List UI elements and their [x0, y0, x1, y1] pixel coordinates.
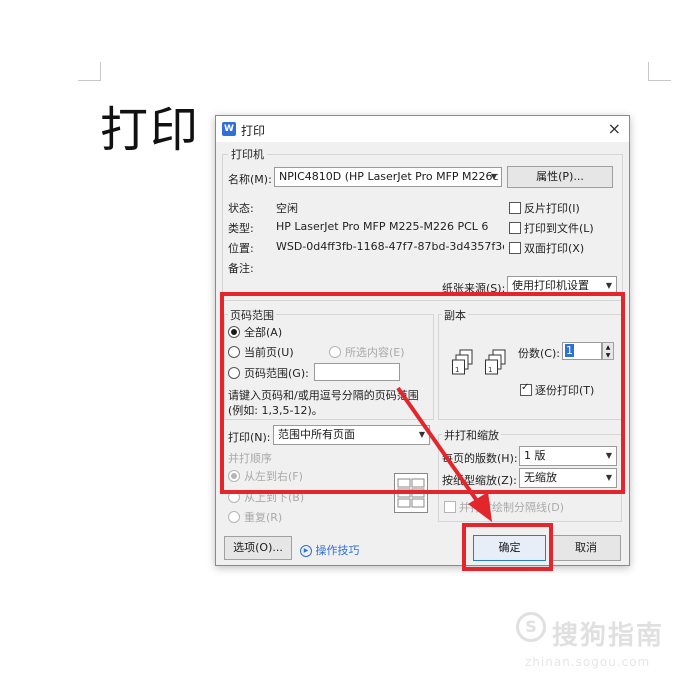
reverse-print-checkbox[interactable] — [509, 202, 521, 214]
type-label: 类型: — [228, 222, 254, 235]
type-value: HP LaserJet Pro MFP M225-M226 PCL 6 — [276, 220, 489, 233]
printer-name-value: NPIC4810D (HP LaserJet Pro MFP M226c — [279, 170, 499, 183]
watermark-text: 搜狗指南 — [552, 621, 665, 651]
repeat-radio[interactable] — [228, 511, 240, 523]
document-heading: 打印 — [100, 102, 201, 158]
highlight-box-ok — [462, 523, 553, 571]
watermark-logo-icon: S — [516, 612, 546, 642]
wps-app-icon: W — [222, 122, 236, 136]
print-to-file-checkbox[interactable] — [509, 222, 521, 234]
close-icon[interactable]: × — [608, 119, 621, 138]
status-label: 状态: — [228, 202, 254, 215]
chevron-down-icon: ▼ — [490, 172, 497, 181]
duplex-checkbox[interactable] — [509, 242, 521, 254]
tips-link-label: 操作技巧 — [315, 544, 360, 557]
duplex-label: 双面打印(X) — [524, 242, 585, 255]
location-label: 位置: — [228, 242, 254, 255]
dialog-title: 打印 — [241, 124, 266, 138]
status-value: 空闲 — [276, 202, 298, 215]
repeat-label: 重复(R) — [244, 511, 283, 524]
comment-label: 备注: — [228, 262, 254, 275]
printer-name-label: 名称(M): — [228, 173, 272, 186]
paper-source-value: 使用打印机设置 — [512, 279, 589, 292]
reverse-print-label: 反片打印(I) — [524, 202, 580, 215]
page-corner-top-right — [648, 62, 671, 81]
tips-link[interactable]: ▶ 操作技巧 — [300, 542, 360, 558]
options-button[interactable]: 选项(O)... — [224, 536, 292, 560]
play-circle-icon: ▶ — [300, 545, 312, 557]
annotation-arrow-icon — [396, 386, 492, 522]
print-to-file-label: 打印到文件(L) — [524, 222, 594, 235]
watermark-url: zhinan.sogou.com — [525, 655, 651, 669]
cancel-button[interactable]: 取消 — [551, 535, 621, 561]
location-value: WSD-0d4ff3fb-1168-47f7-87bd-3d4357f3cf — [276, 240, 504, 253]
page-corner-top-left — [78, 62, 101, 81]
printer-group-label: 打印机 — [228, 146, 267, 162]
dialog-titlebar: W 打印 × — [216, 116, 629, 142]
properties-button[interactable]: 属性(P)... — [507, 166, 613, 188]
printer-name-select[interactable]: NPIC4810D (HP LaserJet Pro MFP M226c ▼ — [274, 167, 502, 187]
